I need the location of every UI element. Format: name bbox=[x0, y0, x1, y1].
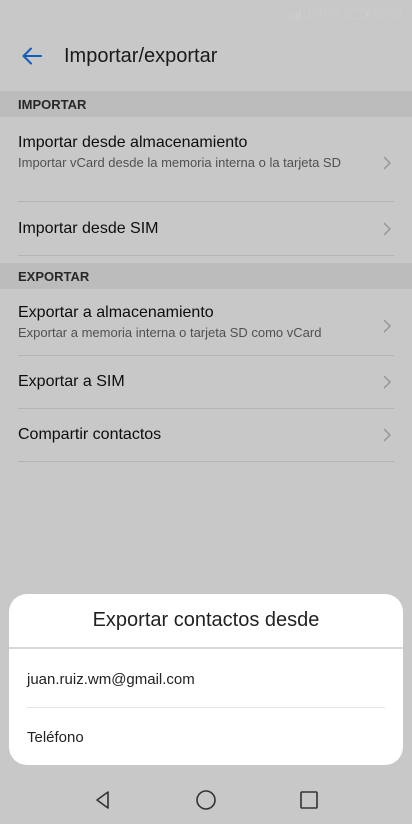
recents-square-icon[interactable] bbox=[295, 786, 323, 814]
dialog-option-google-account[interactable]: juan.ruiz.wm@gmail.com bbox=[27, 652, 385, 708]
dialog-option-phone[interactable]: Teléfono bbox=[27, 709, 385, 765]
dialog-title: Exportar contactos desde bbox=[9, 594, 403, 649]
export-source-dialog: Exportar contactos desde juan.ruiz.wm@gm… bbox=[9, 594, 403, 765]
navigation-bar bbox=[0, 776, 412, 824]
contacts-import-export-screen: 100 % 10:00 Importar/exportar IMPORTAR I… bbox=[0, 0, 412, 824]
back-triangle-icon[interactable] bbox=[89, 786, 117, 814]
home-circle-icon[interactable] bbox=[192, 786, 220, 814]
